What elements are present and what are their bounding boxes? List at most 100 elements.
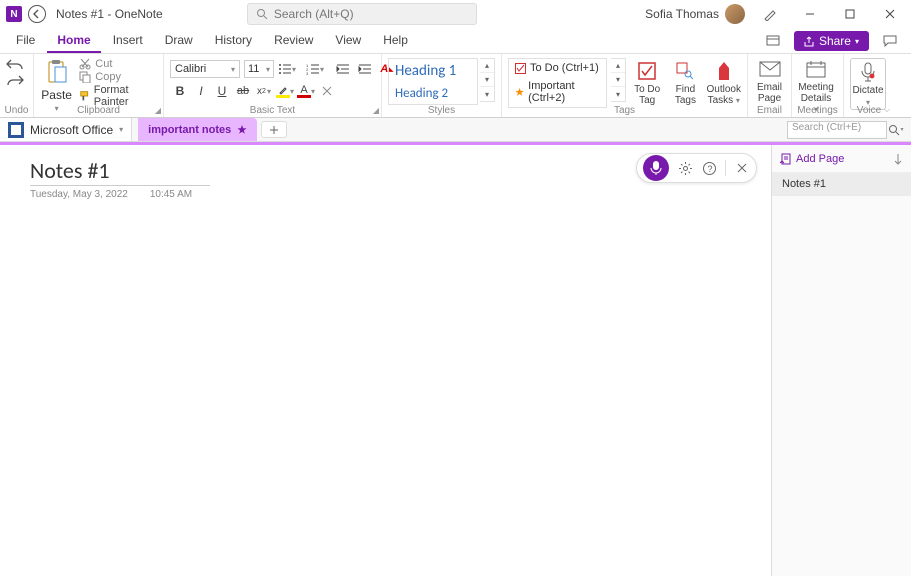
account-control[interactable]: Sofia Thomas xyxy=(645,4,745,24)
svg-text:3: 3 xyxy=(306,71,309,75)
dictation-close-button[interactable] xyxy=(734,163,750,173)
window-maximize[interactable] xyxy=(835,4,865,24)
dictation-help-button[interactable]: ? xyxy=(701,162,717,175)
tags-gallery[interactable]: To Do (Ctrl+1) Important (Ctrl+2) xyxy=(508,58,607,108)
cut-label: Cut xyxy=(95,58,112,70)
window-minimize[interactable] xyxy=(795,4,825,24)
section-tab[interactable]: important notes xyxy=(138,118,257,141)
page-panel: Add Page Notes #1 xyxy=(771,145,911,576)
style-heading2[interactable]: Heading 2 xyxy=(389,83,477,104)
highlight-icon xyxy=(278,85,288,95)
bullets-button[interactable]: ▾ xyxy=(278,63,302,75)
tab-home[interactable]: Home xyxy=(47,29,100,53)
font-size-value: 11 xyxy=(248,63,259,75)
underline-button[interactable]: U xyxy=(212,82,232,100)
font-name-select[interactable]: Calibri▾ xyxy=(170,60,240,78)
tags-expand[interactable]: ▾ xyxy=(611,87,625,101)
tag-todo-label: To Do (Ctrl+1) xyxy=(530,62,599,74)
search-icon xyxy=(888,124,900,136)
group-label-email: Email xyxy=(748,105,791,116)
tags-scroll-down[interactable]: ▾ xyxy=(611,73,625,87)
find-tags-button[interactable]: Find Tags xyxy=(668,58,702,106)
tab-insert[interactable]: Insert xyxy=(103,29,153,53)
group-label-tags: Tags xyxy=(502,105,747,116)
styles-expand[interactable]: ▾ xyxy=(480,87,494,101)
paste-icon xyxy=(46,59,68,85)
window-close[interactable] xyxy=(875,4,905,24)
page-sort-button[interactable] xyxy=(893,153,903,165)
clipboard-dialog-launcher[interactable]: ◢ xyxy=(155,106,161,115)
note-canvas[interactable]: Notes #1 Tuesday, May 3, 2022 10:45 AM ? xyxy=(0,145,771,576)
section-search[interactable]: Search (Ctrl+E) xyxy=(787,121,887,139)
tab-file[interactable]: File xyxy=(6,29,45,53)
close-icon xyxy=(737,163,747,173)
notebook-picker[interactable]: Microsoft Office ▾ xyxy=(0,118,132,141)
indent-button[interactable] xyxy=(356,60,374,78)
help-icon: ? xyxy=(703,162,716,175)
add-page-button[interactable]: Add Page xyxy=(780,153,844,165)
mic-icon xyxy=(650,160,662,176)
tab-history[interactable]: History xyxy=(205,29,262,53)
cut-button[interactable]: Cut xyxy=(79,58,157,70)
todo-tag-button[interactable]: To Do Tag xyxy=(630,58,664,106)
tag-important[interactable]: Important (Ctrl+2) xyxy=(509,77,606,107)
format-painter-icon xyxy=(79,90,89,102)
tab-help[interactable]: Help xyxy=(373,29,418,53)
styles-scroll-down[interactable]: ▾ xyxy=(480,73,494,87)
find-tags-label: Find Tags xyxy=(668,84,702,106)
todo-tag-label: To Do Tag xyxy=(630,84,664,106)
email-page-button[interactable]: Email Page xyxy=(754,56,785,104)
strikethrough-button[interactable]: ab xyxy=(233,82,253,100)
page-title[interactable]: Notes #1 xyxy=(30,157,110,184)
title-bar: N Notes #1 - OneNote Search (Alt+Q) Sofi… xyxy=(0,0,911,28)
global-search[interactable]: Search (Alt+Q) xyxy=(247,3,477,25)
subscript-button[interactable]: x2▾ xyxy=(254,82,274,100)
font-color-button[interactable]: A▾ xyxy=(296,82,316,100)
styles-scroll-up[interactable]: ▴ xyxy=(480,59,494,73)
user-name: Sofia Thomas xyxy=(645,7,719,21)
tab-review[interactable]: Review xyxy=(264,29,323,53)
ribbon-collapse[interactable]: ⌵ xyxy=(884,105,890,115)
add-section-button[interactable] xyxy=(261,121,287,138)
dictation-toolbar: ? xyxy=(636,153,757,183)
onenote-app-icon: N xyxy=(6,6,22,22)
email-icon xyxy=(759,61,781,77)
tab-draw[interactable]: Draw xyxy=(155,29,203,53)
basic-text-dialog-launcher[interactable]: ◢ xyxy=(373,106,379,115)
share-button[interactable]: Share ▾ xyxy=(794,31,869,51)
style-heading1[interactable]: Heading 1 xyxy=(389,59,477,83)
dictation-mic-button[interactable] xyxy=(643,155,669,181)
section-search-button[interactable]: ▾ xyxy=(887,121,905,139)
bullets-icon xyxy=(278,63,292,75)
ribbon-display-options[interactable] xyxy=(758,31,788,51)
outdent-button[interactable] xyxy=(334,60,352,78)
tab-view[interactable]: View xyxy=(325,29,371,53)
italic-button[interactable]: I xyxy=(191,82,211,100)
tag-todo[interactable]: To Do (Ctrl+1) xyxy=(509,59,606,77)
clear-formatting-button[interactable] xyxy=(317,82,337,100)
font-size-select[interactable]: 11▾ xyxy=(244,60,274,78)
outlook-tasks-button[interactable]: Outlook Tasks ▾ xyxy=(707,58,741,106)
dictate-button[interactable]: Dictate ▾ xyxy=(850,58,886,110)
todo-tag-icon xyxy=(638,62,656,80)
styles-gallery[interactable]: Heading 1 Heading 2 xyxy=(388,58,478,105)
draw-toggle-icon[interactable] xyxy=(755,4,785,24)
email-page-label: Email Page xyxy=(754,82,785,104)
group-label-undo: Undo xyxy=(0,105,33,116)
highlight-button[interactable]: ▾ xyxy=(275,82,295,100)
plus-icon xyxy=(269,125,279,135)
redo-button[interactable] xyxy=(6,74,24,88)
notebook-icon xyxy=(8,122,24,138)
tags-scroll-up[interactable]: ▴ xyxy=(611,59,625,73)
numbering-button[interactable]: 123▾ xyxy=(306,63,330,75)
copy-button[interactable]: Copy xyxy=(79,71,157,83)
star-icon xyxy=(237,125,247,135)
group-label-styles: Styles xyxy=(382,105,501,116)
back-button[interactable] xyxy=(28,5,46,23)
page-list-item[interactable]: Notes #1 xyxy=(772,173,911,196)
dictation-settings-button[interactable] xyxy=(677,162,693,175)
comments-button[interactable] xyxy=(875,31,905,51)
undo-button[interactable] xyxy=(6,58,24,72)
copy-label: Copy xyxy=(95,71,121,83)
bold-button[interactable]: B xyxy=(170,82,190,100)
